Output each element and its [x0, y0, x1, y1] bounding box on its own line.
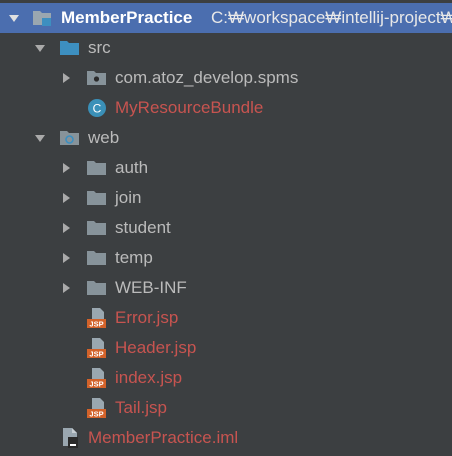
- node-label: temp: [115, 248, 153, 267]
- chevron-right-icon[interactable]: [58, 213, 74, 243]
- root-name: MemberPractice: [61, 8, 193, 27]
- chevron-right-icon[interactable]: [58, 63, 74, 93]
- tree-node-error-jsp[interactable]: JSP Error.jsp: [0, 303, 452, 333]
- tree-node-package[interactable]: com.atoz_develop.spms: [0, 63, 452, 93]
- tree-node-root[interactable]: MemberPractice C:₩workspace₩intellij-pro…: [0, 3, 452, 33]
- node-label: join: [115, 188, 142, 207]
- svg-text:C: C: [93, 102, 102, 116]
- jsp-file-icon: JSP: [86, 303, 108, 333]
- tree-node-src[interactable]: src: [0, 33, 452, 63]
- folder-icon: [86, 183, 108, 213]
- node-label: auth: [115, 158, 149, 177]
- chevron-right-icon[interactable]: [58, 243, 74, 273]
- svg-text:JSP: JSP: [89, 410, 103, 419]
- svg-text:JSP: JSP: [89, 380, 103, 389]
- source-folder-icon: [59, 33, 81, 63]
- jsp-file-icon: JSP: [86, 393, 108, 423]
- project-tree: MemberPractice C:₩workspace₩intellij-pro…: [0, 0, 452, 456]
- package-icon: [86, 63, 108, 93]
- node-label: Error.jsp: [115, 308, 179, 327]
- tree-node-auth[interactable]: auth: [0, 153, 452, 183]
- chevron-right-icon[interactable]: [58, 183, 74, 213]
- svg-text:JSP: JSP: [89, 350, 103, 359]
- node-label: MemberPractice.iml: [88, 428, 239, 447]
- tree-node-temp[interactable]: temp: [0, 243, 452, 273]
- chevron-right-icon[interactable]: [58, 273, 74, 303]
- node-label: WEB-INF: [115, 278, 187, 297]
- tree-node-student[interactable]: student: [0, 213, 452, 243]
- tree-node-header-jsp[interactable]: JSP Header.jsp: [0, 333, 452, 363]
- jsp-file-icon: JSP: [86, 333, 108, 363]
- folder-icon: [86, 273, 108, 303]
- tree-node-join[interactable]: join: [0, 183, 452, 213]
- jsp-file-icon: JSP: [86, 363, 108, 393]
- node-label: Header.jsp: [115, 338, 197, 357]
- folder-icon: [86, 213, 108, 243]
- node-label: com.atoz_develop.spms: [115, 68, 299, 87]
- chevron-down-icon[interactable]: [32, 33, 48, 63]
- node-label: web: [88, 128, 120, 147]
- node-label: Tail.jsp: [115, 398, 167, 417]
- tree-node-tail-jsp[interactable]: JSP Tail.jsp: [0, 393, 452, 423]
- chevron-down-icon[interactable]: [32, 123, 48, 153]
- tree-node-bundle[interactable]: C MyResourceBundle: [0, 93, 452, 123]
- tree-node-web[interactable]: web: [0, 123, 452, 153]
- tree-node-webinf[interactable]: WEB-INF: [0, 273, 452, 303]
- chevron-right-icon[interactable]: [58, 153, 74, 183]
- folder-icon: [86, 153, 108, 183]
- chevron-down-icon[interactable]: [6, 3, 22, 33]
- tree-node-iml[interactable]: MemberPractice.iml: [0, 423, 452, 453]
- tree-node-index-jsp[interactable]: JSP index.jsp: [0, 363, 452, 393]
- node-label: src: [88, 38, 111, 57]
- node-label: MyResourceBundle: [115, 98, 264, 117]
- class-icon: C: [86, 93, 108, 123]
- root-path: C:₩workspace₩intellij-project₩: [211, 8, 452, 27]
- web-folder-icon: [59, 123, 81, 153]
- svg-text:JSP: JSP: [89, 320, 103, 329]
- node-label: student: [115, 218, 171, 237]
- iml-file-icon: [59, 423, 81, 453]
- node-label: index.jsp: [115, 368, 183, 387]
- module-folder-icon: [32, 3, 54, 33]
- folder-icon: [86, 243, 108, 273]
